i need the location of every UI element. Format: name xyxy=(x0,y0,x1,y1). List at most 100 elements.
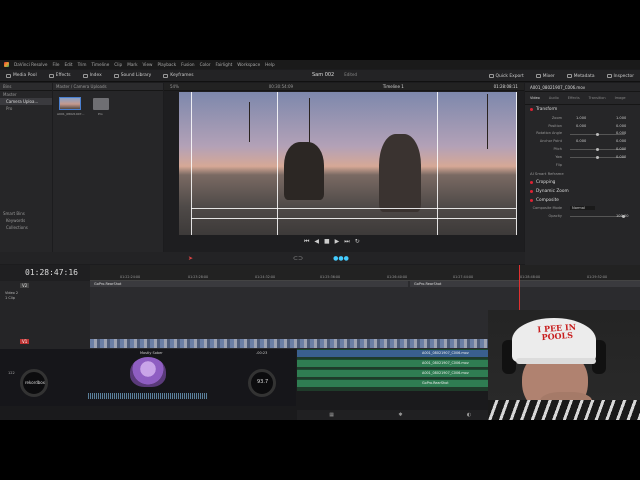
menu-fusion[interactable]: Fusion xyxy=(181,62,194,67)
snap-icon[interactable]: ⊂⊃ xyxy=(293,255,303,262)
section-ai-smart-reframe[interactable]: AI Smart Reframe xyxy=(525,169,640,178)
media-page-icon[interactable]: ▦ xyxy=(329,412,334,418)
transform-prop-row: Position 0.000 0.000 xyxy=(525,122,640,130)
inspector-tabs: Video Audio Effects Transition Image xyxy=(525,92,640,105)
enabled-dot-icon[interactable] xyxy=(530,198,533,202)
index-button[interactable]: Index xyxy=(77,73,108,78)
webcam-overlay: I PEE IN POOLS xyxy=(488,310,640,420)
prop-value-y[interactable]: 0.000 xyxy=(616,131,626,135)
flag-icon[interactable]: ●●● xyxy=(333,255,349,262)
prop-label: Flip xyxy=(555,162,562,167)
clip-label: A001_08021907... xyxy=(57,112,85,116)
prop-value-x[interactable]: 0.000 xyxy=(576,139,586,143)
menu-trim[interactable]: Trim xyxy=(78,62,87,67)
enabled-dot-icon[interactable] xyxy=(530,189,533,193)
menu-fairlight[interactable]: Fairlight xyxy=(216,62,233,67)
section-cropping[interactable]: Cropping xyxy=(525,178,640,187)
viewer-zoom[interactable]: 54% xyxy=(170,84,179,89)
inspector-button[interactable]: Inspector xyxy=(601,74,640,79)
menu-edit[interactable]: Edit xyxy=(64,62,72,67)
menu-timeline[interactable]: Timeline xyxy=(91,62,109,67)
waveform[interactable] xyxy=(88,393,208,399)
resolve-logo-icon xyxy=(4,62,9,67)
select-tool-icon[interactable]: ➤ xyxy=(188,255,193,262)
prop-label: Zoom xyxy=(551,115,562,120)
menu-view[interactable]: View xyxy=(143,62,153,67)
smart-bin-collections[interactable]: Collections xyxy=(0,224,52,231)
media-pool-button[interactable]: Media Pool xyxy=(0,73,43,78)
tab-audio[interactable]: Audio xyxy=(549,96,559,100)
opacity-value[interactable]: 100.00 xyxy=(616,214,629,218)
top-toolbar: Media Pool Effects Index Sound Library K… xyxy=(0,70,640,82)
track-v2-count: 1 Clip xyxy=(5,296,15,300)
fusion-page-icon[interactable]: ✱ xyxy=(398,412,402,418)
color-page-icon[interactable]: ◐ xyxy=(467,412,471,418)
v2-clip[interactable]: GoPro.RearShot xyxy=(90,281,408,287)
menu-help[interactable]: Help xyxy=(265,62,275,67)
menu-mark[interactable]: Mark xyxy=(127,62,137,67)
tab-transition[interactable]: Transition xyxy=(589,96,606,100)
menu-workspace[interactable]: Workspace xyxy=(237,62,260,67)
keyframes-button[interactable]: Keyframes xyxy=(157,73,199,78)
tab-video[interactable]: Video xyxy=(530,96,540,100)
quick-export-button[interactable]: Quick Export xyxy=(483,74,530,79)
composite-mode-select[interactable]: Normal xyxy=(570,206,596,211)
shirt xyxy=(488,400,640,420)
menu-app[interactable]: DaVinci Resolve xyxy=(14,62,47,67)
tab-image[interactable]: Image xyxy=(615,96,626,100)
prop-value-x[interactable]: 1.000 xyxy=(576,116,586,120)
prop-value-y[interactable]: 0.000 xyxy=(616,147,626,151)
smart-bins-header: Smart Bins xyxy=(3,211,25,216)
metadata-icon xyxy=(566,74,572,78)
track-v2-badge[interactable]: V2 xyxy=(20,283,30,288)
enabled-dot-icon[interactable] xyxy=(530,180,533,184)
bin-master[interactable]: Master xyxy=(0,91,52,98)
menu-playback[interactable]: Playback xyxy=(157,62,176,67)
video-frame[interactable] xyxy=(179,92,517,235)
mixer-button[interactable]: Mixer xyxy=(530,74,561,79)
effects-button[interactable]: Effects xyxy=(43,73,77,78)
media-path: Master / Camera Uploads xyxy=(53,83,163,91)
transform-props: Zoom 1.000 1.000 Position 0.000 0.000 Rotation… xyxy=(525,114,640,169)
track-v1-badge[interactable]: V1 xyxy=(20,339,30,344)
sound-library-button[interactable]: Sound Library xyxy=(108,73,158,78)
menu-color[interactable]: Color xyxy=(200,62,211,67)
prop-value-y[interactable]: 1.000 xyxy=(616,116,626,120)
bins-panel: Bins Master Camera Uploa... Pro Smart Bi… xyxy=(0,83,52,255)
smart-bin-keywords[interactable]: Keywords xyxy=(0,217,52,224)
bins-header: Bins xyxy=(0,83,52,91)
transform-prop-row: Anchor Point 0.000 0.000 xyxy=(525,137,640,145)
prop-value-x[interactable]: 0.000 xyxy=(576,124,586,128)
metadata-button[interactable]: Metadata xyxy=(561,74,601,79)
bin-pro[interactable]: Pro xyxy=(0,105,52,112)
inspector-clip-name: A001_08021907_C006.mov xyxy=(525,83,640,92)
bin-camera-uploads[interactable]: Camera Uploa... xyxy=(0,98,52,105)
menu-clip[interactable]: Clip xyxy=(114,62,122,67)
dj-time: -00:23 xyxy=(256,351,268,355)
enabled-dot-icon[interactable] xyxy=(530,108,533,111)
section-dynamic-zoom[interactable]: Dynamic Zoom xyxy=(525,187,640,196)
section-composite[interactable]: Composite xyxy=(525,196,640,205)
prop-value-y[interactable]: 0.000 xyxy=(616,124,626,128)
timeline-ruler[interactable]: 01:22:24:00 01:23:28:00 01:24:32:00 01:2… xyxy=(90,265,640,281)
viewer-header: 54% 00:30:54:09 Timeline 1 01:28:08:11 xyxy=(164,83,524,91)
sound-library-icon xyxy=(113,73,119,78)
viewer-record-tc: 01:28:08:11 xyxy=(493,84,518,89)
section-transform[interactable]: Transform xyxy=(525,105,640,114)
menu-bar: DaVinci Resolve File Edit Trim Timeline … xyxy=(0,60,640,69)
prop-label: Yaw xyxy=(555,154,562,159)
timeline-timecode[interactable]: 01:28:47:16 xyxy=(25,268,78,277)
prop-value-y[interactable]: 0.000 xyxy=(616,155,626,159)
clip-thumbnail[interactable] xyxy=(59,97,81,110)
v2-clip[interactable]: GoPro.RearShot xyxy=(410,281,640,287)
prop-value-y[interactable]: 0.000 xyxy=(616,139,626,143)
keyframes-icon xyxy=(163,73,169,78)
prop-label: Position xyxy=(548,123,562,128)
person-right xyxy=(379,134,421,212)
tab-effects[interactable]: Effects xyxy=(568,96,580,100)
track-v2-name: Video 2 xyxy=(5,291,19,295)
viewer-timeline-name[interactable]: Timeline 1 xyxy=(383,84,404,89)
transport-controls[interactable]: ⏮◀■▶⏭↻ xyxy=(304,238,365,246)
folder-icon[interactable] xyxy=(93,98,109,110)
menu-file[interactable]: File xyxy=(52,62,59,67)
